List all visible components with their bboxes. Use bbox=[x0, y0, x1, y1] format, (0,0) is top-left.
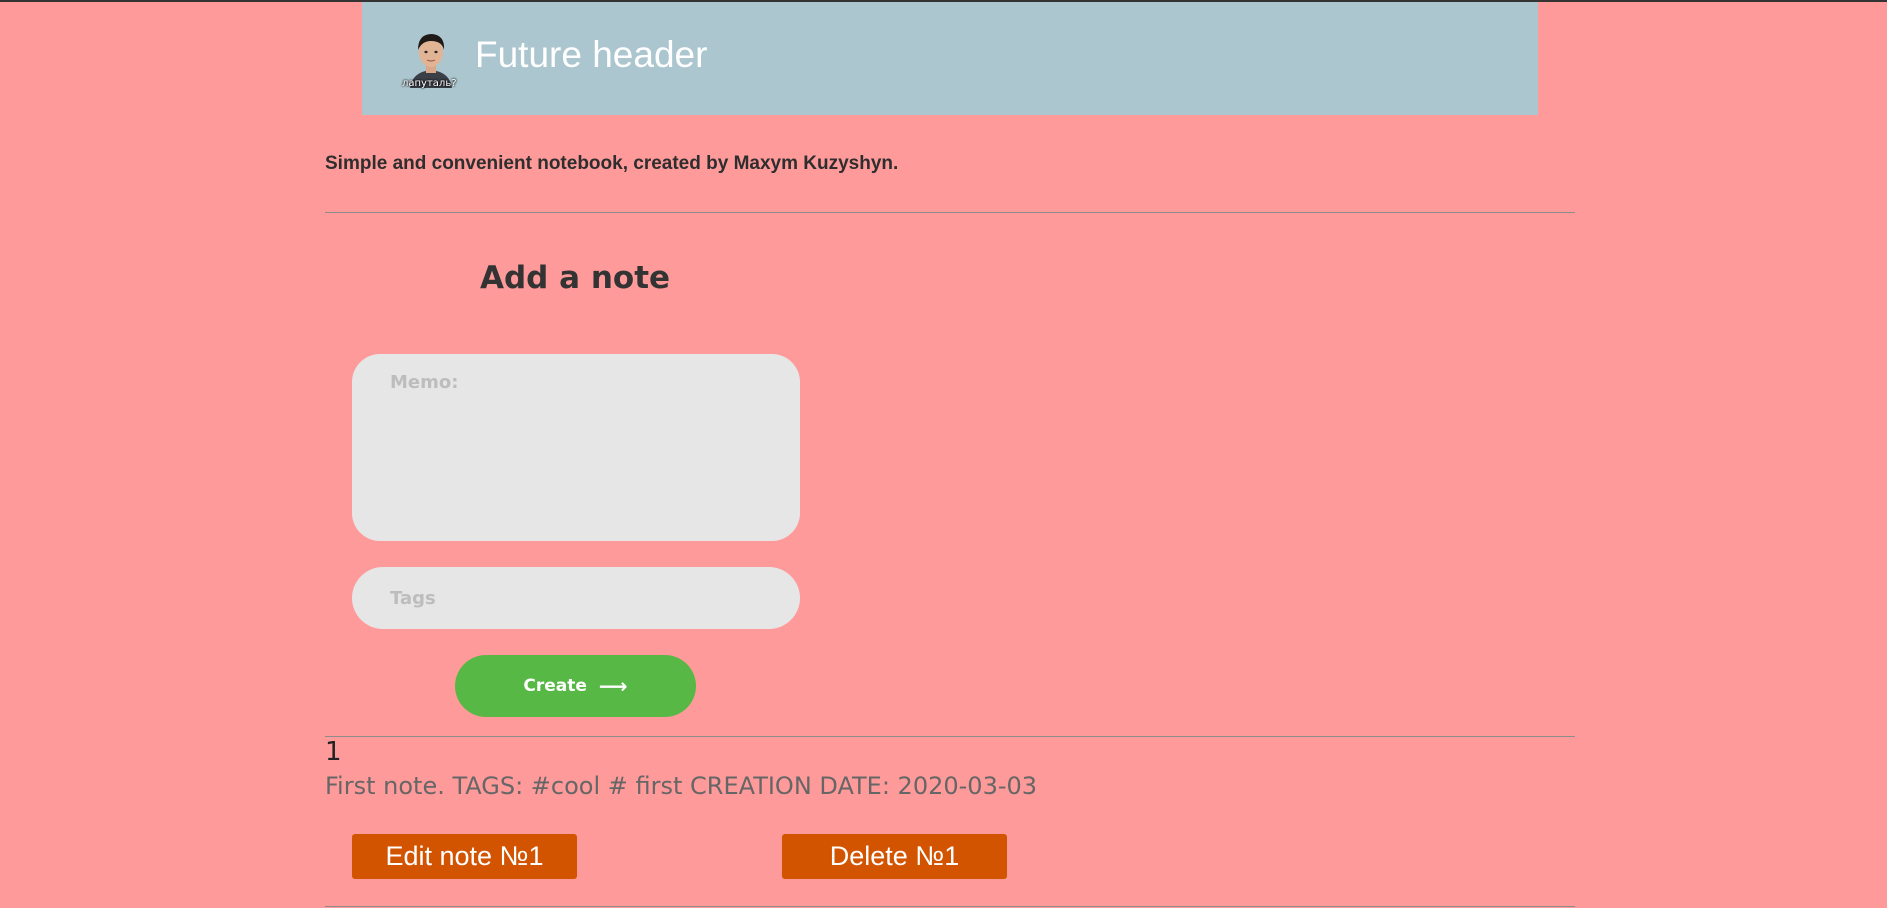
divider bbox=[325, 736, 1575, 737]
add-note-title: Add a note bbox=[479, 260, 671, 296]
header-title: Future header bbox=[475, 34, 708, 75]
create-button[interactable]: Create ⟶ bbox=[455, 655, 696, 717]
arrow-right-icon: ⟶ bbox=[598, 674, 628, 698]
note-number: 1 bbox=[325, 737, 342, 767]
create-button-label: Create bbox=[523, 676, 587, 696]
edit-note-button[interactable]: Edit note №1 bbox=[352, 834, 577, 879]
avatar: лапуталь? bbox=[402, 28, 460, 92]
tagline: Simple and convenient notebook, created … bbox=[325, 153, 899, 174]
tags-input[interactable] bbox=[352, 567, 800, 629]
divider bbox=[325, 212, 1575, 213]
note-text: First note. TAGS: #cool # first CREATION… bbox=[325, 772, 1038, 800]
delete-note-button[interactable]: Delete №1 bbox=[782, 834, 1007, 879]
divider bbox=[325, 906, 1575, 907]
avatar-caption: лапуталь? bbox=[402, 78, 457, 89]
memo-input[interactable] bbox=[352, 354, 800, 541]
header: лапуталь? Future header bbox=[362, 2, 1538, 115]
